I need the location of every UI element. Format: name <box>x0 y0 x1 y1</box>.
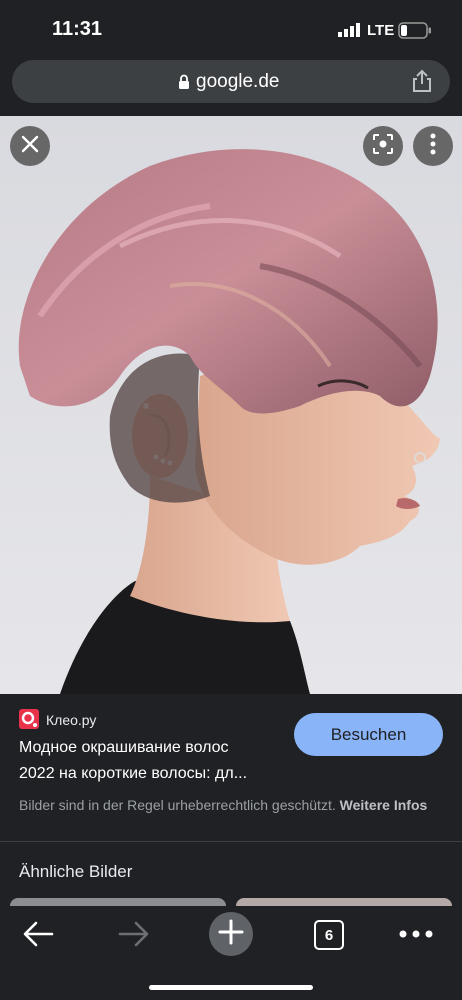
divider <box>0 841 462 842</box>
more-horizontal-icon <box>399 926 433 943</box>
close-icon <box>20 134 40 159</box>
hairstyle-photo <box>0 116 462 694</box>
plus-icon <box>218 919 244 950</box>
home-indicator[interactable] <box>149 985 313 990</box>
forward-button[interactable] <box>118 920 150 953</box>
more-info-link[interactable]: Weitere Infos <box>340 797 428 813</box>
visit-button[interactable]: Besuchen <box>294 713 443 756</box>
related-images-heading: Ähnliche Bilder <box>19 862 133 881</box>
status-bar: 11:31 LTE <box>0 0 462 58</box>
back-arrow-icon <box>22 921 54 952</box>
network-type: LTE <box>367 22 395 39</box>
result-title-line-2[interactable]: 2022 на короткие волосы: дл... <box>19 765 247 783</box>
tab-count: 6 <box>324 926 334 944</box>
image-preview[interactable] <box>0 116 462 694</box>
menu-button[interactable] <box>399 926 433 944</box>
share-icon[interactable] <box>410 68 434 99</box>
lens-button[interactable] <box>363 126 403 166</box>
back-button[interactable] <box>22 920 54 953</box>
url-domain: google.de <box>196 71 280 92</box>
more-vertical-icon <box>430 133 436 160</box>
copyright-notice: Bilder sind in der Regel urheberrechtlic… <box>19 795 439 815</box>
tabs-button[interactable]: 6 <box>314 920 344 950</box>
source-name[interactable]: Клео.ру <box>46 712 96 728</box>
status-time: 11:31 <box>52 18 103 40</box>
lock-icon <box>178 74 190 94</box>
lens-icon <box>372 133 394 160</box>
forward-arrow-icon <box>118 921 150 952</box>
source-logo-icon <box>19 709 39 729</box>
result-title-line-1[interactable]: Модное окрашивание волос <box>19 739 229 757</box>
battery-icon <box>398 22 432 44</box>
new-tab-button[interactable] <box>209 912 253 956</box>
url-bar[interactable]: google.de <box>12 60 450 103</box>
close-button[interactable] <box>10 126 50 166</box>
image-more-button[interactable] <box>413 126 453 166</box>
copyright-text: Bilder sind in der Regel urheberrechtlic… <box>19 797 336 813</box>
signal-icon <box>338 23 362 42</box>
